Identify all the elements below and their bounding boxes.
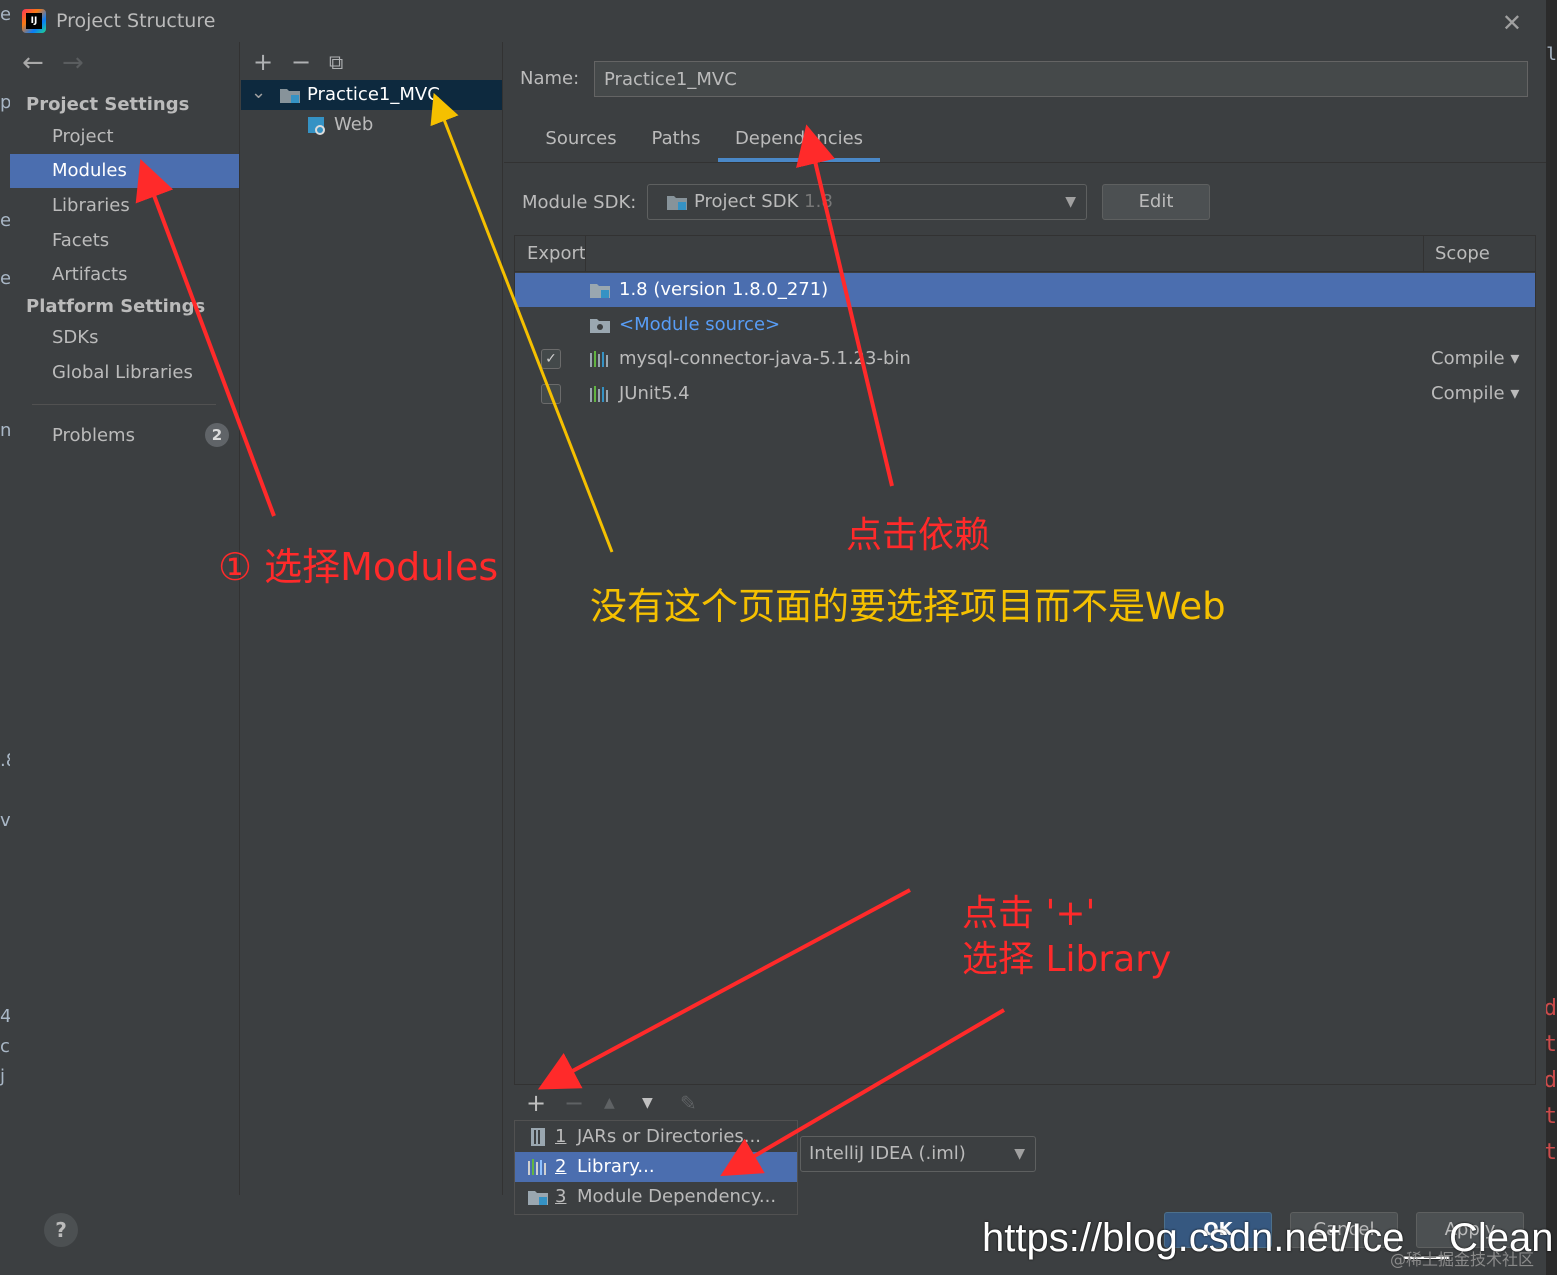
sidebar-divider: [32, 404, 216, 405]
project-structure-dialog: IJ Project Structure ✕ ← → Project Setti…: [10, 0, 1546, 1275]
sdk-version: 1.8: [804, 191, 833, 212]
column-header-export[interactable]: Export: [527, 243, 586, 264]
scope-dropdown[interactable]: Compile ▾: [1431, 377, 1519, 411]
jar-icon: [531, 1128, 545, 1146]
facet-name-label: Web: [334, 114, 374, 135]
column-divider: [1423, 236, 1424, 272]
dependency-name: mysql-connector-java-5.1.23-bin: [619, 348, 911, 369]
background-text: j: [0, 1066, 6, 1087]
tree-item-practice1-mvc[interactable]: ⌄ Practice1_MVC: [241, 80, 502, 110]
annotation-click-plus: 点击 '+': [962, 893, 1096, 934]
add-dependency-menu: 1 JARs or Directories... 2 Library... 3 …: [514, 1120, 798, 1215]
sidebar-item-sdks[interactable]: SDKs: [10, 321, 239, 355]
library-icon: [590, 351, 608, 367]
sidebar-item-global-libraries[interactable]: Global Libraries: [10, 356, 239, 390]
module-sdk-dropdown[interactable]: Project SDK 1.8 ▼: [647, 184, 1087, 220]
table-header: Export Scope: [515, 236, 1535, 272]
annotation-choose-project: 没有这个页面的要选择项目而不是Web: [590, 585, 1226, 628]
dependency-name: 1.8 (version 1.8.0_271): [619, 279, 829, 300]
settings-sidebar: ← → Project Settings Project Modules Lib…: [10, 42, 240, 1195]
move-down-icon[interactable]: ▼: [642, 1095, 653, 1111]
move-up-icon[interactable]: ▲: [604, 1095, 615, 1111]
copy-icon[interactable]: ⧉: [329, 50, 343, 74]
web-facet-icon: [308, 117, 325, 135]
menu-item-label: Module Dependency...: [577, 1186, 777, 1207]
tab-sources[interactable]: Sources: [536, 128, 626, 162]
annotation-select-modules: ① 选择Modules: [218, 545, 499, 589]
edit-pencil-icon[interactable]: ✎: [680, 1091, 697, 1115]
scope-dropdown[interactable]: Compile ▾: [1431, 342, 1519, 376]
table-row[interactable]: ✓ mysql-connector-java-5.1.23-bin Compil…: [515, 342, 1535, 376]
add-icon[interactable]: +: [253, 48, 273, 76]
menu-item-number: 2: [555, 1156, 567, 1177]
format-value: IntelliJ IDEA (.iml): [809, 1143, 966, 1164]
dependency-name: JUnit5.4: [619, 383, 690, 404]
module-folder-icon: [280, 89, 300, 103]
tab-paths[interactable]: Paths: [636, 128, 716, 162]
table-row[interactable]: JUnit5.4 Compile ▾: [515, 377, 1535, 411]
sdk-value: Project SDK: [694, 191, 799, 212]
library-icon: [590, 386, 608, 402]
menu-item-library[interactable]: 2 Library...: [515, 1152, 797, 1182]
sidebar-item-project[interactable]: Project: [10, 120, 239, 154]
project-settings-header: Project Settings: [26, 94, 190, 115]
edit-sdk-button[interactable]: Edit: [1102, 184, 1210, 220]
back-arrow-icon[interactable]: ←: [22, 48, 44, 78]
table-row[interactable]: 1.8 (version 1.8.0_271): [515, 273, 1535, 307]
chevron-down-icon: ▼: [1014, 1146, 1025, 1162]
sidebar-item-artifacts[interactable]: Artifacts: [10, 258, 239, 292]
sidebar-item-libraries[interactable]: Libraries: [10, 189, 239, 223]
module-sdk-label: Module SDK:: [522, 192, 637, 213]
name-label: Name:: [520, 68, 580, 89]
remove-icon[interactable]: −: [291, 48, 311, 76]
table-row[interactable]: <Module source>: [515, 308, 1535, 342]
intellij-logo-icon: IJ: [22, 9, 46, 33]
tabs-divider: [504, 162, 1546, 163]
dialog-title: Project Structure: [56, 10, 216, 32]
module-tree-panel: + − ⧉ ⌄ Practice1_MVC Web: [241, 42, 503, 1195]
add-icon[interactable]: +: [526, 1089, 546, 1117]
module-folder-icon: [528, 1191, 548, 1205]
problems-count-badge: 2: [205, 423, 229, 447]
help-button[interactable]: ?: [44, 1213, 78, 1247]
menu-item-jars-or-directories[interactable]: 1 JARs or Directories...: [515, 1122, 797, 1152]
jdk-folder-icon: [590, 284, 610, 298]
sidebar-item-modules[interactable]: Modules: [10, 154, 239, 188]
sdk-folder-icon: [667, 196, 687, 210]
annotation-select-library: 选择 Library: [962, 939, 1172, 980]
module-name-input[interactable]: [594, 61, 1528, 97]
chevron-down-icon: ▼: [1065, 194, 1076, 210]
column-header-scope[interactable]: Scope: [1435, 243, 1490, 264]
library-icon: [528, 1159, 546, 1175]
folder-icon: [590, 319, 610, 333]
column-divider: [585, 236, 586, 272]
export-checkbox[interactable]: ✓: [541, 349, 561, 369]
chevron-down-icon[interactable]: ⌄: [251, 78, 266, 108]
dependencies-table: Export Scope 1.8 (version 1.8.0_271) <Mo…: [514, 235, 1536, 1122]
sidebar-item-facets[interactable]: Facets: [10, 224, 239, 258]
forward-arrow-icon[interactable]: →: [62, 48, 84, 78]
watermark-site: @稀土掘金技术社区: [1390, 1250, 1535, 1269]
tree-item-web[interactable]: Web: [241, 110, 502, 140]
close-icon[interactable]: ✕: [1502, 9, 1522, 37]
platform-settings-header: Platform Settings: [26, 296, 206, 317]
tab-dependencies[interactable]: Dependencies: [718, 128, 880, 162]
remove-icon[interactable]: −: [564, 1089, 584, 1117]
title-bar: IJ Project Structure ✕: [10, 0, 1546, 42]
module-name-label: Practice1_MVC: [307, 84, 440, 105]
export-checkbox[interactable]: [541, 384, 561, 404]
dependencies-format-dropdown[interactable]: IntelliJ IDEA (.iml) ▼: [800, 1136, 1036, 1172]
dependency-name: <Module source>: [619, 314, 781, 335]
dependencies-toolbar: + − ▲ ▼ ✎: [514, 1084, 1536, 1122]
menu-item-label: Library...: [577, 1156, 655, 1177]
annotation-click-dependencies: 点击依赖: [846, 515, 991, 556]
menu-item-number: 1: [555, 1126, 567, 1147]
menu-item-number: 3: [555, 1186, 567, 1207]
menu-item-module-dependency[interactable]: 3 Module Dependency...: [515, 1182, 797, 1212]
menu-item-label: JARs or Directories...: [577, 1126, 761, 1147]
